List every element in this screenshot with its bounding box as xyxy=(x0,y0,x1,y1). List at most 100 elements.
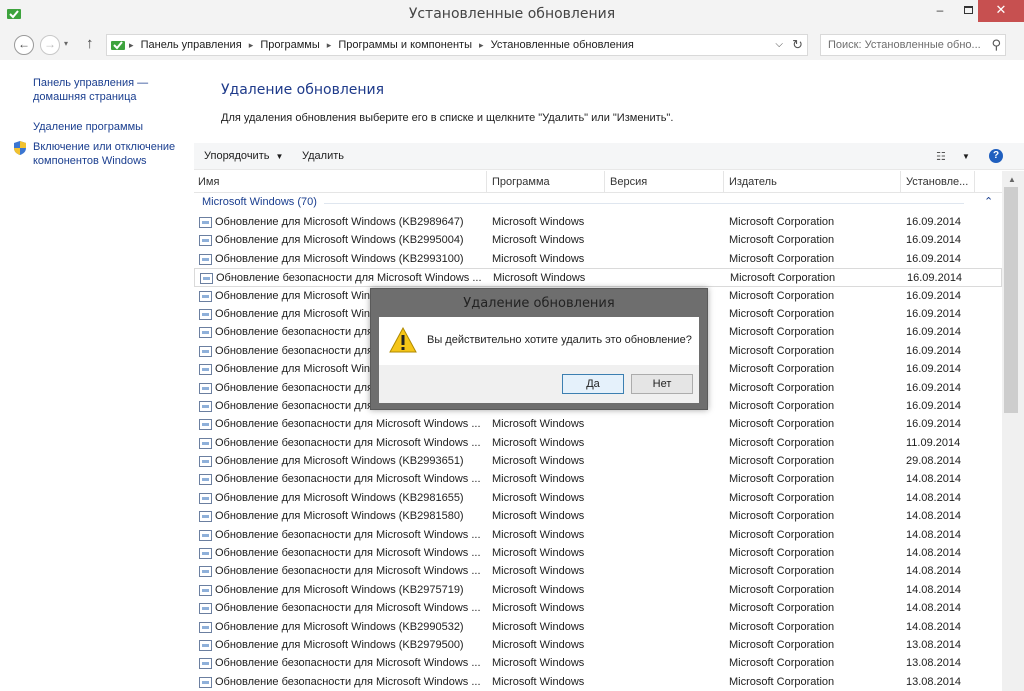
update-icon xyxy=(199,217,212,228)
title-bar: Установленные обновления – ✕ xyxy=(0,0,1024,30)
shield-icon xyxy=(14,141,26,155)
yes-button[interactable]: Да xyxy=(562,374,624,394)
column-divider[interactable] xyxy=(974,171,975,193)
chevron-up-icon[interactable]: ⌃ xyxy=(984,195,993,208)
up-button[interactable]: ↑ xyxy=(86,35,94,52)
update-installed-date: 14.08.2014 xyxy=(906,620,962,633)
update-program: Microsoft Windows xyxy=(492,620,585,633)
close-button[interactable]: ✕ xyxy=(978,0,1024,22)
update-installed-date: 16.09.2014 xyxy=(906,363,962,376)
scrollbar-thumb[interactable] xyxy=(1004,187,1018,413)
list-rows: Обновление для Microsoft Windows (KB2989… xyxy=(194,213,1002,691)
update-publisher: Microsoft Corporation xyxy=(729,638,835,651)
breadcrumb-control-panel[interactable]: Панель управления xyxy=(141,39,242,51)
update-installed-date: 14.08.2014 xyxy=(906,491,962,504)
uninstall-button[interactable]: Удалить xyxy=(302,150,344,162)
list-item[interactable]: Обновление для Microsoft Windows (KB2989… xyxy=(194,213,1002,231)
list-item[interactable]: Обновление для Microsoft Windows (KB2993… xyxy=(194,452,1002,470)
column-divider[interactable] xyxy=(486,171,487,193)
chevron-down-icon[interactable]: ▼ xyxy=(962,152,970,161)
update-publisher: Microsoft Corporation xyxy=(729,491,835,504)
list-item[interactable]: Обновление для Microsoft Windows (KB2981… xyxy=(194,507,1002,525)
group-header[interactable]: Microsoft Windows (70) ⌃ xyxy=(194,193,1002,213)
update-publisher: Microsoft Corporation xyxy=(729,528,835,541)
updates-list[interactable]: Имя Программа Версия Издатель Установле.… xyxy=(194,171,1002,691)
update-program: Microsoft Windows xyxy=(492,252,585,265)
update-publisher: Microsoft Corporation xyxy=(729,602,835,615)
list-item[interactable]: Обновление для Microsoft Windows (KB2981… xyxy=(194,489,1002,507)
organize-button[interactable]: Упорядочить ▼ xyxy=(204,150,283,162)
list-item[interactable]: Обновление безопасности для Microsoft Wi… xyxy=(194,673,1002,691)
column-header-publisher[interactable]: Издатель xyxy=(729,176,777,188)
update-publisher: Microsoft Corporation xyxy=(729,547,835,560)
uninstall-program-link[interactable]: Удаление программы xyxy=(33,120,143,134)
scroll-up-icon[interactable]: ▲ xyxy=(1008,175,1016,184)
update-program: Microsoft Windows xyxy=(492,675,585,688)
refresh-icon[interactable]: ↻ xyxy=(792,37,803,53)
breadcrumb-installed-updates[interactable]: Установленные обновления xyxy=(491,39,634,51)
update-name: Обновление безопасности для Microsoft Wi… xyxy=(215,565,481,578)
column-divider[interactable] xyxy=(900,171,901,193)
back-button[interactable]: ← xyxy=(14,35,34,55)
help-icon[interactable]: ? xyxy=(989,149,1003,163)
breadcrumb-programs-features[interactable]: Программы и компоненты xyxy=(338,39,472,51)
update-name: Обновление безопасности для Microsoft Wi… xyxy=(216,272,482,285)
breadcrumb-programs[interactable]: Программы xyxy=(260,39,319,51)
update-icon xyxy=(199,419,212,431)
column-header-version[interactable]: Версия xyxy=(610,176,647,188)
column-header-program[interactable]: Программа xyxy=(492,176,550,188)
minimize-button[interactable]: – xyxy=(926,0,954,22)
list-item[interactable]: Обновление для Microsoft Windows (KB2990… xyxy=(194,618,1002,636)
chevron-right-icon[interactable]: ▸ xyxy=(479,40,484,50)
update-icon xyxy=(199,235,212,247)
search-icon[interactable]: ⚲ xyxy=(991,37,1001,53)
address-bar[interactable]: ▸ Панель управления ▸ Программы ▸ Програ… xyxy=(106,34,808,56)
view-options-icon[interactable]: ☷ xyxy=(936,150,946,163)
no-button[interactable]: Нет xyxy=(631,374,693,394)
update-program: Microsoft Windows xyxy=(492,510,585,523)
chevron-right-icon[interactable]: ▸ xyxy=(249,40,254,50)
forward-button[interactable]: → xyxy=(40,35,60,55)
list-item[interactable]: Обновление безопасности для Microsoft Wi… xyxy=(194,544,1002,562)
window-title: Установленные обновления xyxy=(408,6,616,22)
update-installed-date: 14.08.2014 xyxy=(906,528,962,541)
list-item[interactable]: Обновление для Microsoft Windows (KB2975… xyxy=(194,581,1002,599)
maximize-icon xyxy=(963,6,973,14)
list-item[interactable]: Обновление безопасности для Microsoft Wi… xyxy=(194,562,1002,580)
list-item[interactable]: Обновление безопасности для Microsoft Wi… xyxy=(194,654,1002,672)
update-publisher: Microsoft Corporation xyxy=(730,272,836,285)
column-divider[interactable] xyxy=(723,171,724,193)
list-item[interactable]: Обновление безопасности для Microsoft Wi… xyxy=(194,434,1002,452)
update-installed-date: 16.09.2014 xyxy=(906,399,962,412)
update-publisher: Microsoft Corporation xyxy=(729,455,835,468)
update-publisher: Microsoft Corporation xyxy=(729,234,835,247)
list-item[interactable]: Обновление безопасности для Microsoft Wi… xyxy=(194,526,1002,544)
update-program: Microsoft Windows xyxy=(493,272,586,285)
update-name: Обновление для Microsoft Windows (KB2995… xyxy=(215,234,464,247)
column-header-installed[interactable]: Установле... xyxy=(906,176,968,188)
list-item[interactable]: Обновление безопасности для Microsoft Wi… xyxy=(194,599,1002,617)
update-icon xyxy=(199,345,212,357)
update-installed-date: 16.09.2014 xyxy=(906,344,962,357)
update-program: Microsoft Windows xyxy=(492,234,585,247)
list-item[interactable]: Обновление для Microsoft Windows (KB2993… xyxy=(194,250,1002,268)
windows-features-link[interactable]: Включение или отключение компонентов Win… xyxy=(33,140,185,168)
update-icon xyxy=(200,273,213,285)
list-item[interactable]: Обновление безопасности для Microsoft Wi… xyxy=(194,268,1002,287)
chevron-right-icon[interactable]: ▸ xyxy=(129,40,134,50)
chevron-right-icon[interactable]: ▸ xyxy=(327,40,332,50)
search-input[interactable]: Поиск: Установленные обно... ⚲ xyxy=(820,34,1006,56)
control-panel-home-link[interactable]: Панель управления — домашняя страница xyxy=(33,76,163,104)
list-item[interactable]: Обновление безопасности для Microsoft Wi… xyxy=(194,415,1002,433)
update-icon xyxy=(199,364,212,376)
list-item[interactable]: Обновление для Microsoft Windows (KB2995… xyxy=(194,231,1002,249)
list-item[interactable]: Обновление для Microsoft Windows (KB2979… xyxy=(194,636,1002,654)
update-publisher: Microsoft Corporation xyxy=(729,289,835,302)
column-header-name[interactable]: Имя xyxy=(198,176,219,188)
chevron-down-icon[interactable]: ⌵ xyxy=(775,39,783,50)
vertical-scrollbar[interactable]: ▲ xyxy=(1002,171,1024,691)
list-item[interactable]: Обновление безопасности для Microsoft Wi… xyxy=(194,470,1002,488)
update-installed-date: 11.09.2014 xyxy=(906,436,961,449)
column-divider[interactable] xyxy=(604,171,605,193)
recent-locations-button[interactable]: ▾ xyxy=(64,39,68,48)
